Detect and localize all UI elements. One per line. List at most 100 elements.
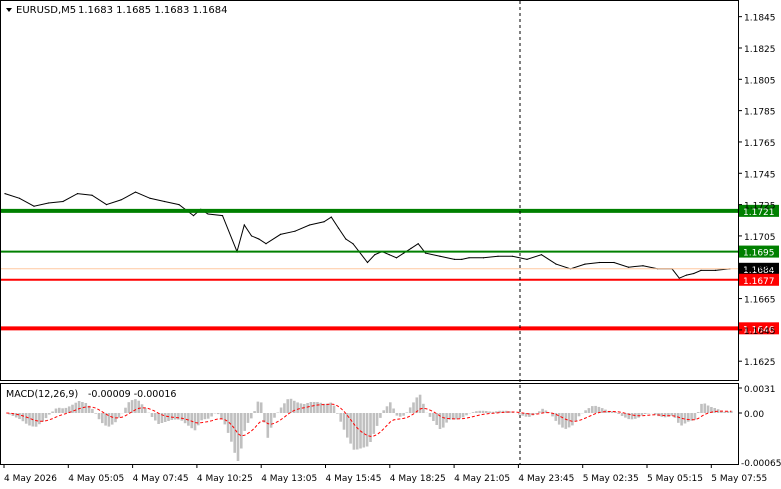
symbol-label: EURUSD,M5 (16, 5, 76, 16)
macd-bar (51, 411, 54, 413)
macd-bar (458, 413, 462, 419)
macd-bar (137, 400, 140, 413)
macd-bar (240, 413, 243, 449)
macd-bar (617, 413, 620, 414)
macd-bar (706, 405, 710, 413)
macd-bar (614, 412, 617, 413)
macd-bar (127, 402, 131, 413)
macd-bar (84, 403, 88, 413)
price-point (330, 216, 332, 218)
macd-bar (723, 411, 726, 413)
macd-bar (28, 413, 31, 426)
price-point (308, 224, 311, 226)
x-tick-label: 4 May 13:05 (261, 474, 317, 484)
price-point (91, 194, 93, 196)
price-point (417, 243, 419, 245)
y-tick-label: 1.1765 (744, 139, 776, 149)
macd-bar (243, 413, 246, 431)
macd-bar (18, 413, 21, 419)
macd-bar (124, 407, 127, 413)
macd-bar (591, 406, 594, 413)
macd-bar (442, 413, 445, 428)
macd-bar (266, 413, 270, 438)
macd-bar (577, 413, 581, 417)
price-point (120, 199, 122, 201)
macd-bar (140, 404, 144, 413)
macd-bar (670, 413, 673, 416)
macd-bar (91, 408, 94, 413)
macd-bar (680, 413, 683, 426)
y-tick-label: 1.1645 (744, 327, 776, 337)
macd-bar (342, 413, 346, 430)
y-tick-label: 1.1805 (744, 76, 776, 86)
price-point (461, 258, 463, 260)
macd-bar (643, 413, 647, 414)
macd-bar (375, 413, 379, 426)
x-tick-label: 4 May 21:05 (454, 474, 510, 484)
price-point (76, 193, 79, 195)
macd-bar (110, 413, 114, 425)
macd-bar (183, 413, 187, 424)
macd-bar (144, 408, 147, 413)
y-tick-label: 1.1685 (744, 264, 776, 274)
price-point (337, 227, 340, 229)
macd-bar (352, 413, 356, 450)
price-point (388, 254, 390, 256)
price-point (18, 197, 21, 199)
macd-bar (230, 413, 233, 442)
price-point (258, 238, 260, 240)
x-tick-label: 4 May 2026 (4, 474, 57, 484)
macd-tick-label: 0.00 (744, 410, 764, 420)
macd-axis: 0.0031 0.00 -0.00065 (738, 385, 781, 469)
macd-bar (389, 402, 392, 413)
price-point (134, 191, 137, 193)
price-point (584, 263, 586, 265)
macd-bar (538, 411, 541, 413)
price-point (511, 255, 514, 257)
trading-chart: EURUSD,M5 1.1683 1.1685 1.1683 1.1684 MA… (0, 0, 781, 484)
macd-bar (561, 413, 564, 428)
macd-bar (564, 413, 568, 429)
macd-bar (246, 413, 250, 423)
price-point (221, 215, 224, 217)
macd-bar (571, 413, 574, 426)
macd-values: -0.00009 -0.00016 (88, 389, 176, 400)
price-point (265, 243, 267, 245)
macd-bar (485, 411, 488, 413)
macd-bar (435, 413, 438, 425)
price-point (700, 269, 702, 271)
price-point (555, 263, 557, 265)
macd-tick-label: -0.00065 (741, 459, 781, 469)
price-point (540, 254, 543, 256)
macd-bar (488, 411, 491, 413)
macd-bar (203, 413, 207, 420)
time-axis: 4 May 2026 4 May 05:05 4 May 07:45 4 May 10… (3, 464, 767, 484)
price-point (352, 243, 354, 245)
macd-bar (312, 402, 316, 413)
macd-bar (693, 413, 697, 420)
price-point (497, 255, 499, 257)
macd-bar (696, 412, 700, 413)
price-point (250, 235, 253, 237)
level-tag-label: 1.1695 (743, 249, 775, 259)
macd-bar (471, 412, 475, 413)
price-point (685, 274, 688, 276)
macd-bar (154, 413, 157, 421)
macd-bar (14, 413, 18, 418)
x-tick-label: 5 May 05:15 (647, 474, 703, 484)
macd-bar (64, 407, 68, 413)
macd-bar (21, 413, 25, 422)
price-point (424, 252, 427, 254)
macd-bar (200, 413, 203, 421)
macd-bar (58, 407, 61, 413)
macd-bar (61, 408, 64, 413)
y-tick-label: 1.1785 (744, 108, 776, 118)
macd-bar (518, 413, 521, 415)
macd-bar (233, 413, 236, 453)
macd-bar (220, 413, 223, 419)
x-tick-label: 5 May 02:35 (583, 474, 639, 484)
macd-bar (41, 413, 44, 422)
macd-bar (392, 408, 395, 413)
macd-bar (269, 413, 273, 428)
price-point (598, 261, 601, 264)
